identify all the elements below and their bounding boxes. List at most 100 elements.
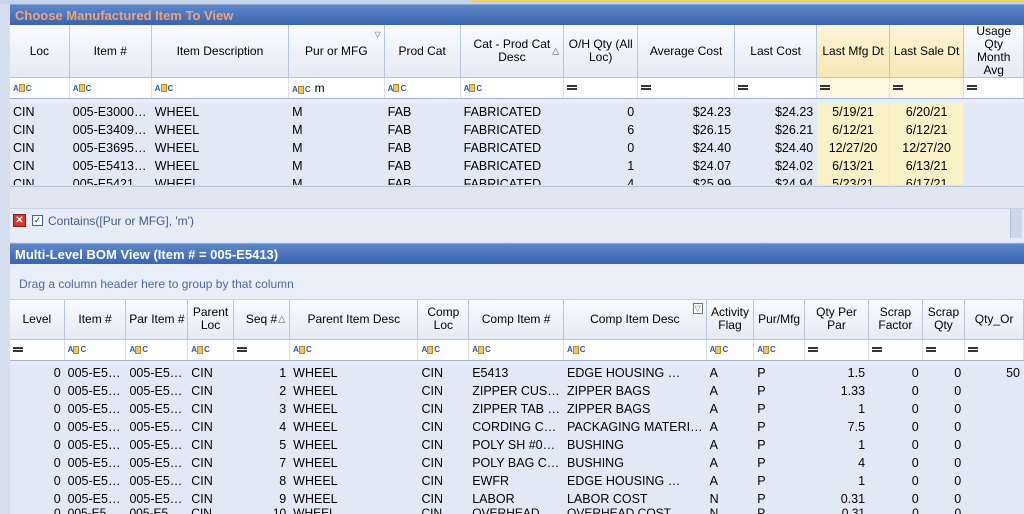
filter-cell[interactable]: AC bbox=[187, 339, 234, 361]
filter-cell[interactable]: AC bbox=[151, 77, 290, 99]
column-header[interactable]: Prod Cat bbox=[384, 25, 461, 78]
filter-cell[interactable] bbox=[868, 339, 923, 361]
table-row[interactable]: 0 005-E5… 005-E5… CIN 3 WHEEL CIN ZIPPER TAB … Z… bbox=[10, 400, 1024, 418]
equals-filter-icon[interactable] bbox=[567, 85, 578, 91]
table-row[interactable]: 0 005-E5… 005-E5… CIN 7 WHEEL CIN POLY BAG C… BU… bbox=[10, 454, 1024, 472]
filter-cell[interactable] bbox=[963, 77, 1024, 99]
equals-filter-icon[interactable] bbox=[13, 346, 23, 352]
text-filter-icon[interactable]: AC bbox=[757, 345, 776, 354]
column-header[interactable]: O/H Qty (All Loc) bbox=[563, 25, 639, 78]
group-by-area[interactable]: Drag a column header here to group by th… bbox=[10, 264, 1024, 300]
table-row[interactable]: CIN 005-E5421… WHEEL M FAB FABRICATED 4 $25.99 $… bbox=[10, 174, 1024, 185]
filter-cell[interactable] bbox=[734, 77, 818, 99]
filter-cell[interactable]: AC bbox=[64, 339, 127, 361]
column-header[interactable]: Average Cost bbox=[637, 25, 736, 78]
table-row[interactable]: 0 005-E5… 005-E5… CIN 8 WHEEL CIN EWFR EDGE HOUS… bbox=[10, 472, 1024, 490]
table-row[interactable]: 0 005-E5… 005-E5… CIN 2 WHEEL CIN ZIPPER CUS… ZI… bbox=[10, 382, 1024, 400]
table-row[interactable]: 0 005-E5… 005-E5… CIN 9 WHEEL CIN LABOR LABOR CO… bbox=[10, 490, 1024, 508]
table-row[interactable]: 0 005-E5… 005-E5… CIN 4 WHEEL CIN CORDING C… PAC… bbox=[10, 418, 1024, 436]
filter-enabled-checkbox[interactable]: ✓ bbox=[32, 215, 43, 226]
filter-cell[interactable]: AC bbox=[417, 339, 470, 361]
table-row[interactable]: CIN 005-E5413… WHEEL M FAB FABRICATED 1 $24.07 $… bbox=[10, 156, 1024, 175]
text-filter-icon[interactable]: AC bbox=[293, 345, 312, 354]
column-header[interactable]: Comp Item Desc ▽ bbox=[563, 300, 707, 340]
filter-cell[interactable] bbox=[889, 77, 965, 99]
table-row[interactable]: CIN 005-E3000… WHEEL M FAB FABRICATED 0 $24.23 $… bbox=[10, 102, 1024, 121]
equals-filter-icon[interactable] bbox=[872, 346, 883, 352]
column-header[interactable]: Item # bbox=[64, 300, 127, 340]
equals-filter-icon[interactable] bbox=[807, 346, 818, 352]
filter-expression[interactable]: Contains([Pur or MFG], 'm') bbox=[48, 214, 194, 228]
filter-dropdown-icon[interactable]: ▽ bbox=[375, 28, 381, 41]
clear-filter-icon[interactable]: ✕ bbox=[13, 214, 26, 227]
column-header[interactable]: Parent Item Desc bbox=[289, 300, 419, 340]
text-filter-icon[interactable]: AC bbox=[73, 84, 92, 93]
filter-cell[interactable]: AC bbox=[125, 339, 189, 361]
column-header[interactable]: Par Item # bbox=[125, 300, 189, 340]
column-header[interactable]: Last Cost bbox=[734, 25, 818, 78]
text-filter-icon[interactable]: AC bbox=[567, 345, 586, 354]
column-header[interactable]: Loc bbox=[10, 25, 70, 78]
text-filter-icon[interactable]: AC bbox=[421, 345, 440, 354]
text-filter-icon[interactable]: AC bbox=[388, 84, 407, 93]
text-filter-icon[interactable]: AC bbox=[191, 345, 210, 354]
text-filter-icon[interactable]: AC bbox=[464, 84, 483, 93]
equals-filter-icon[interactable] bbox=[968, 346, 979, 352]
sort-ascending-icon[interactable]: △ bbox=[552, 45, 559, 58]
column-header[interactable]: Cat - Prod Cat Desc △ bbox=[460, 25, 565, 78]
text-filter-icon[interactable]: AC bbox=[292, 85, 311, 94]
table-row[interactable]: CIN 005-E3695… WHEEL M FAB FABRICATED 0 $24.40 $… bbox=[10, 138, 1024, 157]
column-header[interactable]: Qty_Or bbox=[964, 300, 1024, 340]
sort-ascending-icon[interactable]: △ bbox=[278, 313, 285, 326]
text-filter-icon[interactable]: AC bbox=[155, 84, 174, 93]
text-filter-icon[interactable]: AC bbox=[129, 345, 148, 354]
filter-cell[interactable]: AC bbox=[460, 77, 565, 99]
column-header[interactable]: Comp Item # bbox=[468, 300, 564, 340]
filter-cell[interactable]: AC bbox=[706, 339, 755, 361]
column-header[interactable]: Last Sale Dt bbox=[889, 25, 965, 78]
table-row[interactable]: 0 005-E5… 005-E5… CIN 1 WHEEL CIN E5413 EDGE HOU… bbox=[10, 364, 1024, 382]
horizontal-scrollbar[interactable] bbox=[10, 187, 1024, 209]
column-header[interactable]: Parent Loc bbox=[187, 300, 234, 340]
filter-cell[interactable]: AC bbox=[289, 339, 419, 361]
equals-filter-icon[interactable] bbox=[967, 85, 978, 91]
table-row[interactable]: 0 005-E5… 005-E5… CIN 5 WHEEL CIN POLY SH #0… BU… bbox=[10, 436, 1024, 454]
column-header[interactable]: Item # bbox=[69, 25, 152, 78]
column-header[interactable]: Comp Loc bbox=[417, 300, 470, 340]
column-header[interactable]: Pur or MFG ▽ bbox=[288, 25, 385, 78]
filter-cell[interactable] bbox=[804, 339, 870, 361]
column-header[interactable]: Item Description bbox=[151, 25, 290, 78]
filter-cell[interactable]: AC bbox=[384, 77, 461, 99]
column-header[interactable]: Level bbox=[10, 300, 65, 340]
filter-cell[interactable] bbox=[10, 339, 65, 361]
filter-cell[interactable]: AC bbox=[69, 77, 152, 99]
text-filter-icon[interactable]: AC bbox=[472, 345, 491, 354]
column-header[interactable]: Activity Flag bbox=[706, 300, 755, 340]
table-row[interactable]: 0005-E5…005-E5…CIN10WHEELCINOVERHEADOVER… bbox=[10, 508, 1024, 514]
column-header[interactable]: Scrap Qty bbox=[922, 300, 966, 340]
filter-cell[interactable] bbox=[233, 339, 291, 361]
filter-cell[interactable]: ACm bbox=[288, 77, 385, 99]
filter-cell[interactable]: AC bbox=[563, 339, 707, 361]
filter-cell[interactable] bbox=[563, 77, 639, 99]
column-header[interactable]: Scrap Factor bbox=[868, 300, 923, 340]
filter-cell[interactable] bbox=[816, 77, 890, 99]
equals-filter-icon[interactable] bbox=[892, 85, 903, 91]
filter-dropdown-icon[interactable]: ▽ bbox=[692, 303, 703, 314]
equals-filter-icon[interactable] bbox=[925, 346, 936, 352]
filter-cell[interactable]: AC bbox=[753, 339, 805, 361]
text-filter-icon[interactable]: AC bbox=[13, 84, 32, 93]
equals-filter-icon[interactable] bbox=[820, 85, 831, 91]
text-filter-icon[interactable]: AC bbox=[710, 345, 729, 354]
column-header[interactable]: Usage Qty Month Avg bbox=[963, 25, 1024, 78]
table-row[interactable]: CIN 005-E3409… WHEEL M FAB FABRICATED 6 $26.15 $… bbox=[10, 120, 1024, 139]
text-filter-icon[interactable]: AC bbox=[68, 345, 87, 354]
filter-cell[interactable] bbox=[964, 339, 1024, 361]
column-header[interactable]: Last Mfg Dt bbox=[816, 25, 890, 78]
column-header[interactable]: Qty Per Par bbox=[804, 300, 870, 340]
equals-filter-icon[interactable] bbox=[738, 85, 749, 91]
filter-cell[interactable]: AC bbox=[10, 77, 70, 99]
filter-cell[interactable] bbox=[637, 77, 736, 99]
column-header[interactable]: Seq # △ bbox=[233, 300, 291, 340]
column-header[interactable]: Pur/Mfg bbox=[753, 300, 805, 340]
